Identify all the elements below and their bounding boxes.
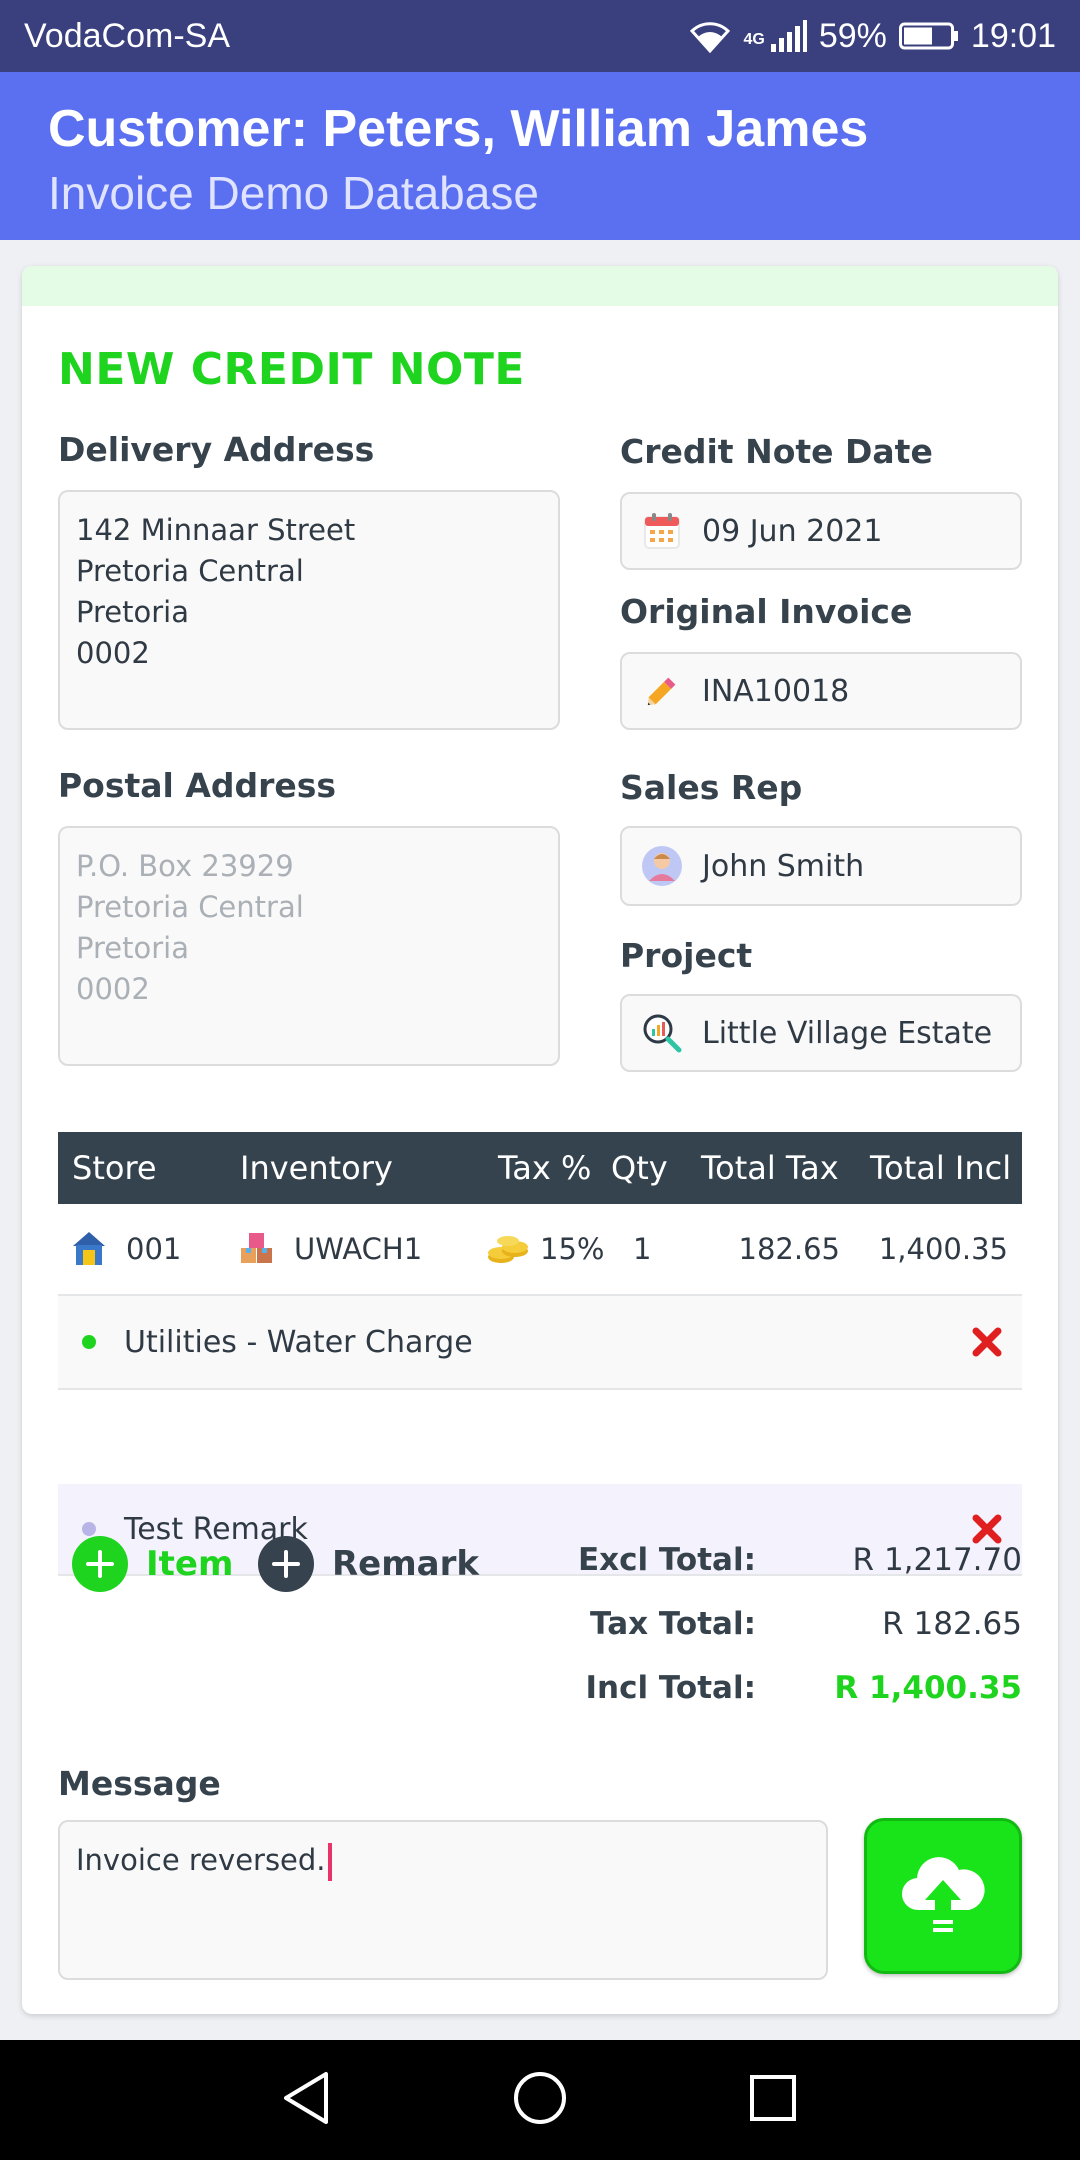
- credit-note-date-label: Credit Note Date: [620, 432, 933, 471]
- project-field[interactable]: Little Village Estate: [620, 994, 1022, 1072]
- credit-note-date-value: 09 Jun 2021: [702, 513, 883, 549]
- status-dot: [82, 1335, 96, 1349]
- postal-address-label: Postal Address: [58, 766, 337, 805]
- original-invoice-field[interactable]: INA10018: [620, 652, 1022, 730]
- store-house-icon: [70, 1229, 110, 1269]
- carrier-name: VodaCom-SA: [24, 16, 230, 55]
- upload-button[interactable]: [864, 1818, 1022, 1974]
- table-header: Store Inventory Tax % Qty Total Tax Tota…: [58, 1132, 1022, 1204]
- clock: 19:01: [970, 16, 1056, 55]
- customer-title: Customer: Peters, William James: [48, 100, 869, 158]
- total-tax-value: 182.65: [738, 1232, 840, 1266]
- delivery-line: Pretoria Central: [76, 554, 304, 588]
- credit-note-card: NEW CREDIT NOTE Delivery Address 142 Min…: [22, 266, 1058, 2014]
- add-item-button[interactable]: Item: [72, 1536, 233, 1592]
- project-value: Little Village Estate: [702, 1015, 993, 1051]
- excl-total-label: Excl Total:: [577, 1542, 756, 1578]
- message-input[interactable]: Invoice reversed.: [58, 1820, 828, 1980]
- delivery-line: 142 Minnaar Street: [76, 513, 356, 547]
- battery-percent: 59%: [818, 16, 887, 55]
- database-subtitle: Invoice Demo Database: [48, 167, 539, 219]
- delivery-line: Pretoria: [76, 595, 189, 629]
- signal-icon: [769, 20, 807, 52]
- col-inventory: Inventory: [240, 1149, 393, 1187]
- list-item[interactable]: Utilities - Water Charge: [58, 1296, 1022, 1390]
- delivery-address-field[interactable]: 142 Minnaar Street Pretoria Central Pret…: [58, 490, 560, 730]
- delivery-address-label: Delivery Address: [58, 430, 375, 469]
- postal-line: Pretoria: [76, 931, 189, 965]
- postal-line: 0002: [76, 972, 150, 1006]
- add-item-label: Item: [146, 1544, 234, 1584]
- message-label: Message: [58, 1764, 221, 1803]
- tax-total-label: Tax Total:: [590, 1606, 756, 1642]
- sales-rep-field[interactable]: John Smith: [620, 826, 1022, 906]
- wifi-icon: [688, 19, 732, 53]
- form-heading: NEW CREDIT NOTE: [58, 344, 525, 395]
- incl-total-label: Incl Total:: [585, 1670, 757, 1706]
- status-dot: [82, 1522, 96, 1536]
- pencil-icon: [640, 669, 684, 713]
- home-icon[interactable]: [512, 2070, 568, 2130]
- avatar-icon: [640, 844, 684, 888]
- original-invoice-value: INA10018: [702, 673, 850, 709]
- app-header: Customer: Peters, William James Invoice …: [0, 72, 1080, 240]
- postal-line: P.O. Box 23929: [76, 849, 294, 883]
- postal-line: Pretoria Central: [76, 890, 304, 924]
- incl-total-value: R 1,400.35: [834, 1670, 1022, 1706]
- delete-line-button[interactable]: [968, 1323, 1006, 1361]
- cloud-upload-icon: [895, 1846, 991, 1946]
- inventory-value: UWACH1: [294, 1232, 423, 1266]
- navigation-bar: [0, 2040, 1080, 2160]
- col-tax: Tax %: [498, 1149, 592, 1187]
- delivery-line: 0002: [76, 636, 150, 670]
- col-total-incl: Total Incl: [870, 1149, 1012, 1187]
- coins-icon: [486, 1229, 530, 1269]
- col-total-tax: Total Tax: [701, 1149, 839, 1187]
- credit-note-date-field[interactable]: 09 Jun 2021: [620, 492, 1022, 570]
- text-cursor: [327, 1843, 332, 1881]
- tax-value: 15%: [540, 1232, 605, 1266]
- postal-address-field[interactable]: P.O. Box 23929 Pretoria Central Pretoria…: [58, 826, 560, 1066]
- plus-icon: [258, 1536, 314, 1592]
- battery-icon: [898, 21, 959, 51]
- table-row[interactable]: 001 UWACH1 15% 1 182.65 1,400.35: [58, 1204, 1022, 1296]
- sales-rep-label: Sales Rep: [620, 768, 803, 807]
- recents-icon[interactable]: [748, 2073, 798, 2127]
- project-label: Project: [620, 936, 753, 975]
- magnifier-chart-icon: [640, 1011, 684, 1055]
- card-top-strip: [22, 266, 1058, 306]
- line-text: Utilities - Water Charge: [124, 1324, 473, 1360]
- calendar-icon: [640, 509, 684, 553]
- network-type: 4G: [743, 30, 765, 48]
- status-bar: VodaCom-SA 4G 59% 19:01: [0, 0, 1080, 72]
- excl-total-value: R 1,217.70: [852, 1542, 1022, 1578]
- col-qty: Qty: [611, 1149, 668, 1187]
- total-incl-value: 1,400.35: [878, 1232, 1008, 1266]
- message-text: Invoice reversed.: [76, 1843, 326, 1877]
- tax-total-value: R 182.65: [882, 1606, 1022, 1642]
- store-value: 001: [126, 1232, 182, 1266]
- back-icon[interactable]: [282, 2070, 332, 2130]
- plus-icon: [72, 1536, 128, 1592]
- boxes-icon: [238, 1229, 278, 1269]
- original-invoice-label: Original Invoice: [620, 592, 913, 631]
- col-store: Store: [72, 1149, 157, 1187]
- qty-value: 1: [633, 1232, 652, 1266]
- sales-rep-value: John Smith: [702, 848, 865, 884]
- status-icons: 4G 59% 19:01: [688, 16, 1056, 56]
- add-remark-button[interactable]: Remark: [258, 1536, 479, 1592]
